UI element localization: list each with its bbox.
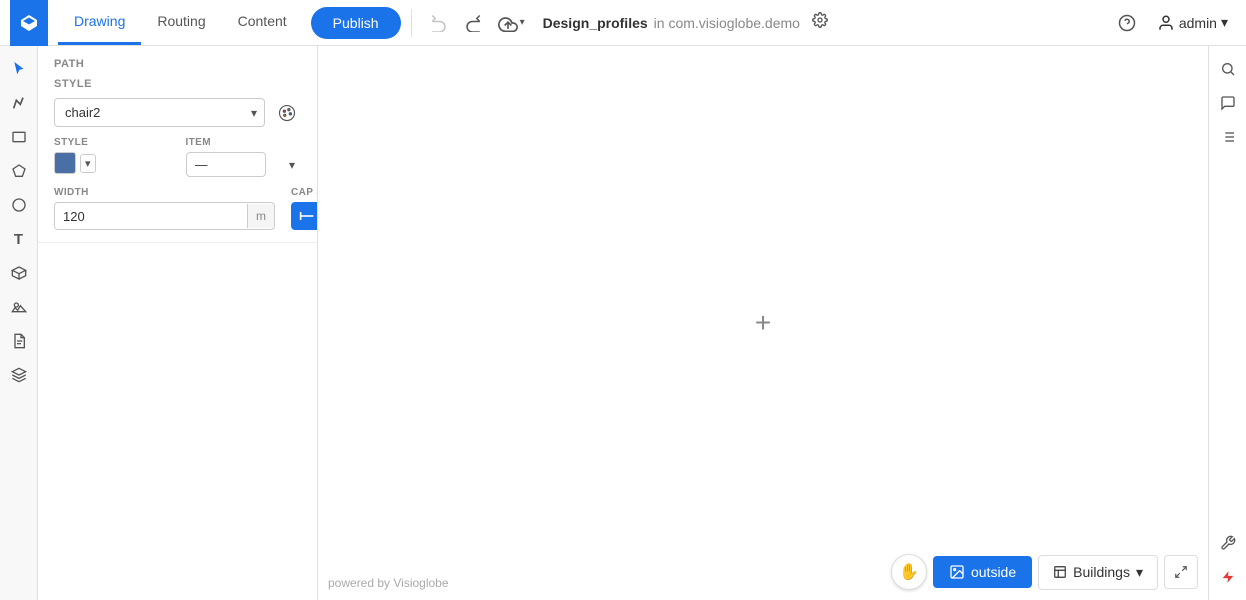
settings-button[interactable]: [806, 8, 834, 37]
search-panel-button[interactable]: [1213, 54, 1243, 84]
doc-sub: in com.visioglobe.demo: [654, 15, 800, 31]
canvas-footer: powered by Visioglobe: [328, 576, 449, 590]
item-select-wrap: — item1 item2 ▾: [186, 152, 302, 177]
layers-tool-button[interactable]: [4, 360, 34, 390]
palette-button[interactable]: [273, 99, 301, 127]
cap-buttons: [291, 202, 318, 230]
landscape-tool-button[interactable]: [4, 292, 34, 322]
text-tool-button[interactable]: T: [4, 224, 34, 254]
style-select-wrap: chair2 chair1 table wall floor ▾: [54, 98, 265, 127]
width-input[interactable]: [55, 204, 247, 229]
style-section-label: STYLE: [54, 78, 301, 90]
cap-left-button[interactable]: [291, 202, 318, 230]
help-button[interactable]: [1111, 9, 1143, 37]
polygon-tool-button[interactable]: [4, 156, 34, 186]
color-label: STYLE: [54, 137, 170, 148]
separator: [411, 9, 412, 37]
path-section: PATH STYLE chair2 chair1 table wall floo…: [38, 46, 317, 243]
width-capstyle-row: WIDTH m CAP STYLE: [54, 187, 301, 230]
width-label: WIDTH: [54, 187, 275, 198]
style-item-row: STYLE ▾ ITEM — item1 item2 ▾: [54, 137, 301, 177]
right-iconbar: [1208, 46, 1246, 600]
color-btn-wrap: ▾: [54, 152, 170, 174]
item-label: ITEM: [186, 137, 302, 148]
hand-tool-button[interactable]: ✋: [891, 554, 927, 590]
bolt-panel-button[interactable]: [1213, 562, 1243, 592]
cap-style-col: CAP STYLE: [291, 187, 318, 230]
logo: [10, 0, 48, 46]
box3d-tool-button[interactable]: [4, 258, 34, 288]
left-iconbar: T: [0, 46, 38, 600]
right-icons: admin ▾: [1111, 9, 1236, 37]
color-dropdown-button[interactable]: ▾: [80, 154, 96, 173]
tab-routing[interactable]: Routing: [141, 0, 221, 45]
route-tool-button[interactable]: [4, 88, 34, 118]
fullscreen-button[interactable]: [1164, 555, 1198, 589]
path-label: PATH: [54, 58, 301, 70]
item-col: ITEM — item1 item2 ▾: [186, 137, 302, 177]
undo-button[interactable]: [422, 8, 456, 38]
width-input-wrap: m: [54, 202, 275, 230]
redo-button[interactable]: [456, 8, 490, 38]
topnav: Drawing Routing Content Publish ▾ Design…: [0, 0, 1246, 46]
tools-panel-button[interactable]: [1213, 528, 1243, 558]
style-select[interactable]: chair2 chair1 table wall floor: [54, 98, 265, 127]
doc-name: Design_profiles: [543, 15, 648, 31]
main-canvas[interactable]: + powered by Visioglobe ✋ outside Buildi…: [318, 46, 1208, 600]
left-panel: PATH STYLE chair2 chair1 table wall floo…: [38, 46, 318, 600]
buildings-button[interactable]: Buildings ▾: [1038, 555, 1158, 590]
width-col: WIDTH m: [54, 187, 275, 230]
item-select[interactable]: — item1 item2: [186, 152, 266, 177]
style-row: chair2 chair1 table wall floor ▾: [54, 98, 301, 127]
outside-label: outside: [971, 564, 1016, 580]
cap-style-label: CAP STYLE: [291, 187, 318, 198]
buildings-dropdown-icon: ▾: [1136, 564, 1143, 581]
title-area: Design_profiles in com.visioglobe.demo: [543, 8, 1111, 37]
circle-tool-button[interactable]: [4, 190, 34, 220]
user-menu-button[interactable]: admin ▾: [1149, 10, 1236, 36]
user-label: admin: [1179, 15, 1217, 31]
color-swatch[interactable]: [54, 152, 76, 174]
canvas-bottom-buttons: ✋ outside Buildings ▾: [891, 554, 1198, 590]
chat-panel-button[interactable]: [1213, 88, 1243, 118]
color-col: STYLE ▾: [54, 137, 170, 177]
list-panel-button[interactable]: [1213, 122, 1243, 152]
document-tool-button[interactable]: [4, 326, 34, 356]
tab-content[interactable]: Content: [222, 0, 303, 45]
publish-button[interactable]: Publish: [311, 7, 401, 39]
rectangle-tool-button[interactable]: [4, 122, 34, 152]
outside-button[interactable]: outside: [933, 556, 1032, 588]
tab-drawing[interactable]: Drawing: [58, 0, 141, 45]
nav-tabs: Drawing Routing Content: [58, 0, 303, 45]
crosshair-icon: +: [755, 309, 771, 337]
cursor-tool-button[interactable]: [4, 54, 34, 84]
buildings-label: Buildings: [1073, 564, 1130, 580]
width-unit: m: [247, 204, 274, 228]
user-dropdown-icon: ▾: [1221, 14, 1228, 31]
body-area: T PATH STYLE chair2 chair1 table: [0, 46, 1246, 600]
cloud-button[interactable]: ▾: [490, 8, 533, 38]
item-select-arrow-icon: ▾: [289, 158, 295, 172]
